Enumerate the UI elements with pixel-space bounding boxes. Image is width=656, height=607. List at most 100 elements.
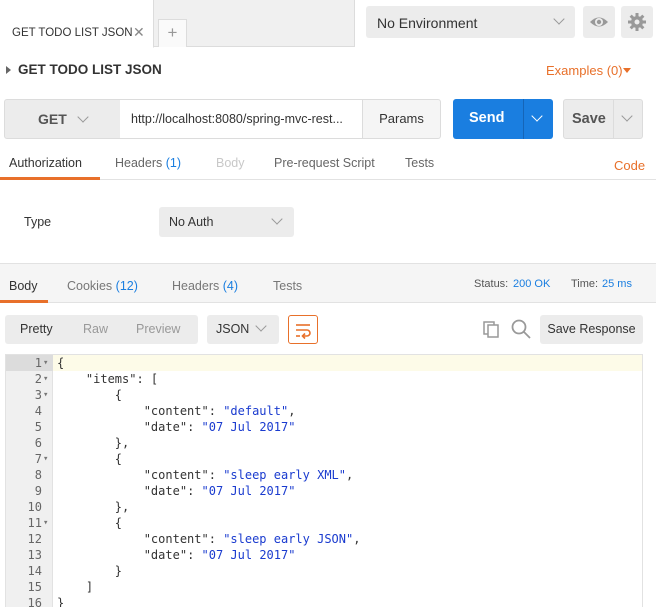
environment-label: No Environment xyxy=(377,15,478,31)
method-select[interactable]: GET xyxy=(4,99,121,139)
response-view-mode-group: Pretty Raw Preview xyxy=(5,315,198,344)
code-text: { xyxy=(57,388,123,402)
wrap-lines-icon xyxy=(296,324,311,340)
line-number: 14 xyxy=(27,564,42,578)
code-text: "items": [ xyxy=(85,372,159,386)
line-number: 4 xyxy=(34,404,42,418)
code-line: 9 "date": "07 Jul 2017" xyxy=(6,483,642,499)
code-line: 4 "content": "default", xyxy=(6,403,642,419)
send-button[interactable]: Send xyxy=(453,99,553,139)
fold-toggle-icon[interactable]: ▾ xyxy=(43,355,48,371)
response-tab-cookies-count: (12) xyxy=(115,279,138,293)
response-tabs: Body Cookies (12) Headers (4) Tests Stat… xyxy=(0,263,656,303)
line-number: 2 xyxy=(34,372,42,386)
code-text: }, xyxy=(57,500,130,514)
response-tab-headers[interactable]: Headers (4) xyxy=(172,279,238,293)
fold-toggle-icon[interactable]: ▾ xyxy=(43,371,48,387)
code-text: }, xyxy=(57,436,130,450)
save-button[interactable]: Save xyxy=(563,99,643,139)
environment-quick-look-button[interactable] xyxy=(583,6,615,38)
code-text: "date": "07 Jul 2017" xyxy=(143,484,296,498)
save-label: Save xyxy=(572,111,606,127)
view-raw-button[interactable]: Raw xyxy=(83,322,108,336)
code-line: 6 }, xyxy=(6,435,642,451)
tab-prerequest-script[interactable]: Pre-request Script xyxy=(274,156,375,170)
line-number: 11 xyxy=(27,516,42,530)
tab-authorization[interactable]: Authorization xyxy=(9,156,82,170)
fold-toggle-icon[interactable]: ▾ xyxy=(43,451,48,467)
tab-tests[interactable]: Tests xyxy=(405,156,434,170)
line-number: 5 xyxy=(34,420,42,434)
search-icon[interactable] xyxy=(510,318,532,340)
code-text: { xyxy=(57,452,123,466)
tab-body[interactable]: Body xyxy=(216,156,245,170)
code-line: 10 }, xyxy=(6,499,642,515)
line-number: 15 xyxy=(27,580,42,594)
response-language-select[interactable]: JSON xyxy=(207,315,279,344)
expand-triangle-icon[interactable] xyxy=(6,66,11,74)
examples-dropdown[interactable]: Examples (0) xyxy=(546,63,623,78)
time-value[interactable]: 25 ms xyxy=(602,278,632,290)
response-body-editor[interactable]: 1 ▾{2 ▾ "items": [3 ▾ {4 "content": "defaul… xyxy=(5,354,643,607)
gear-icon xyxy=(628,13,646,31)
url-input[interactable]: http://localhost:8080/spring-mvc-rest... xyxy=(120,99,363,139)
line-number: 13 xyxy=(27,548,42,562)
tab-headers-label: Headers xyxy=(115,156,163,170)
response-tab-headers-count: (4) xyxy=(222,279,239,293)
response-tab-cookies[interactable]: Cookies (12) xyxy=(67,279,138,293)
settings-button[interactable] xyxy=(621,6,653,38)
response-tab-body[interactable]: Body xyxy=(9,279,38,293)
send-label: Send xyxy=(469,110,505,126)
params-button[interactable]: Params xyxy=(362,99,441,139)
chevron-down-icon xyxy=(271,213,283,225)
environment-select[interactable]: No Environment xyxy=(366,6,575,38)
fold-toggle-icon[interactable]: ▾ xyxy=(43,387,48,403)
fold-toggle-icon[interactable]: ▾ xyxy=(43,515,48,531)
line-number: 10 xyxy=(27,500,42,514)
auth-type-label: Type xyxy=(24,215,52,229)
request-tab[interactable]: GET TODO LIST JSON ✕ xyxy=(0,0,154,48)
code-line: 7 ▾ { xyxy=(6,451,642,467)
line-number: 9 xyxy=(34,484,42,498)
chevron-down-icon xyxy=(553,13,565,25)
tab-headers[interactable]: Headers (1) xyxy=(115,156,181,170)
new-tab-button[interactable]: + xyxy=(158,19,187,47)
code-text: ] xyxy=(57,580,94,594)
wrap-lines-button[interactable] xyxy=(288,315,318,344)
caret-down-icon xyxy=(623,68,631,73)
line-number: 12 xyxy=(27,532,42,546)
request-title[interactable]: GET TODO LIST JSON xyxy=(18,62,162,77)
code-text: { xyxy=(57,516,123,530)
tab-bar: GET TODO LIST JSON ✕ + No Environment xyxy=(0,0,656,48)
code-line: 5 "date": "07 Jul 2017" xyxy=(6,419,642,435)
tab-headers-count: (1) xyxy=(165,156,182,170)
line-number: 6 xyxy=(34,436,42,450)
send-options-chevron-icon[interactable] xyxy=(531,110,543,122)
copy-icon[interactable] xyxy=(481,319,501,339)
code-text: } xyxy=(57,564,123,578)
response-tab-tests[interactable]: Tests xyxy=(273,279,302,293)
code-line: 8 "content": "sleep early XML", xyxy=(6,467,642,483)
save-response-button[interactable]: Save Response xyxy=(540,315,643,344)
send-divider xyxy=(523,99,524,139)
response-tab-headers-label: Headers xyxy=(172,279,220,293)
code-line: 16} xyxy=(6,595,642,607)
auth-type-select[interactable]: No Auth xyxy=(159,207,294,237)
code-line: 2 ▾ "items": [ xyxy=(6,371,642,387)
close-icon[interactable]: ✕ xyxy=(133,24,145,41)
method-label: GET xyxy=(38,111,67,127)
eye-icon xyxy=(590,17,608,27)
code-text: "date": "07 Jul 2017" xyxy=(143,420,296,434)
code-text: "content": "default", xyxy=(143,404,296,418)
save-divider xyxy=(613,100,614,138)
code-line: 3 ▾ { xyxy=(6,387,642,403)
code-text: } xyxy=(57,596,65,607)
code-link[interactable]: Code xyxy=(614,158,645,173)
view-preview-button[interactable]: Preview xyxy=(136,322,180,336)
status-value[interactable]: 200 OK xyxy=(513,278,550,290)
chevron-down-icon xyxy=(77,111,89,123)
view-pretty-button[interactable]: Pretty xyxy=(20,322,53,336)
time-label: Time: xyxy=(571,278,599,290)
code-line: 11 ▾ { xyxy=(6,515,642,531)
save-options-chevron-icon[interactable] xyxy=(621,110,633,122)
